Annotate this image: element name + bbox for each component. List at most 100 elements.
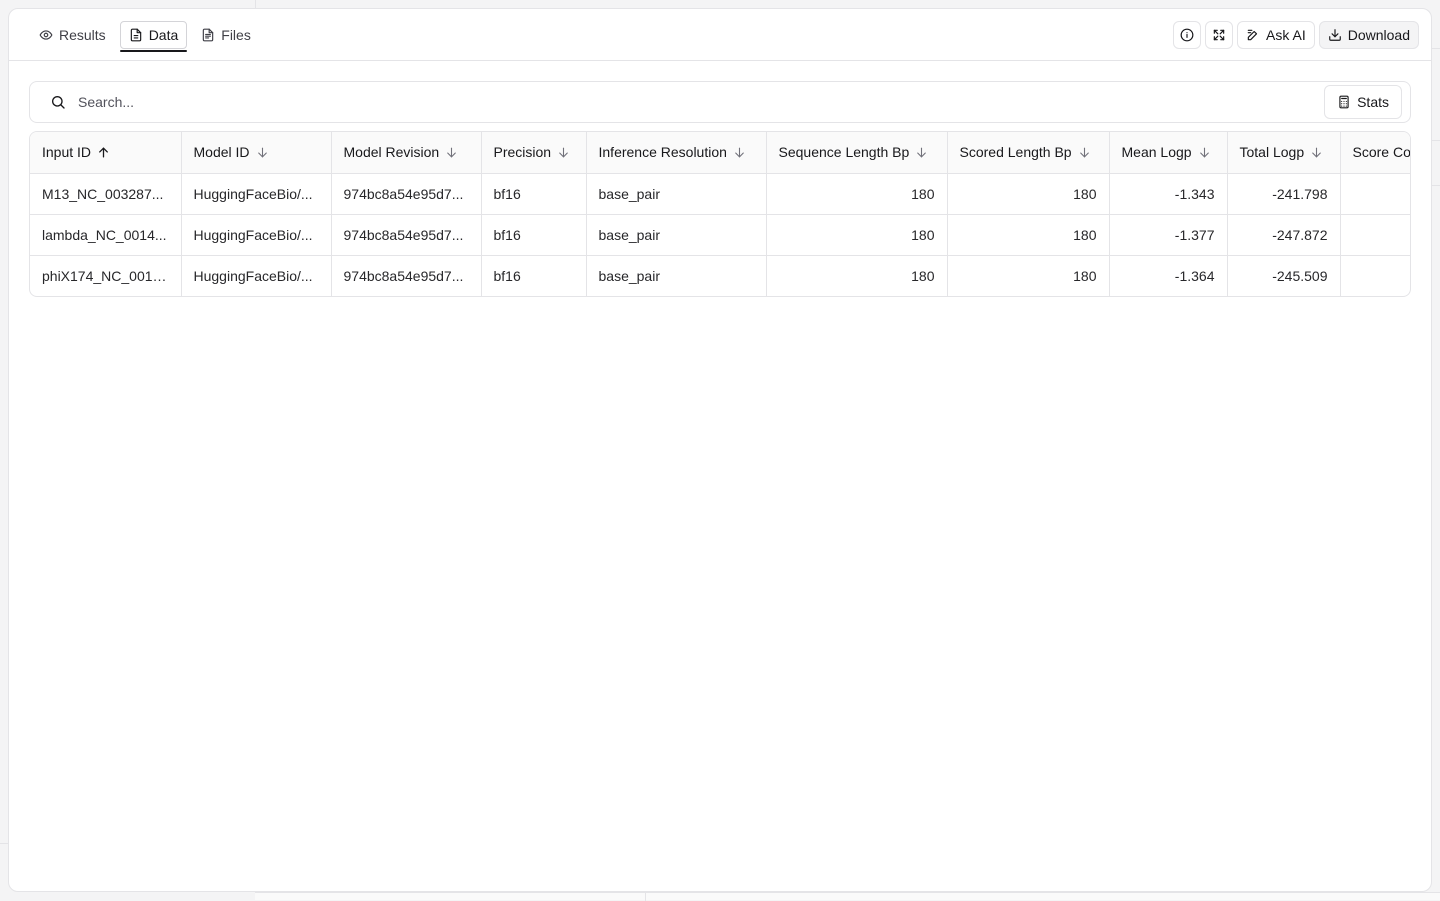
sort-icon	[1079, 147, 1089, 158]
tab-label: Files	[221, 26, 251, 43]
background-divider	[255, 0, 256, 8]
file-icon	[130, 28, 141, 41]
eye-icon	[39, 29, 53, 40]
toolbar-actions: Ask AI Download	[1173, 20, 1419, 49]
table-cell: -245.509	[1227, 255, 1341, 296]
table-cell: -1.343	[1109, 173, 1228, 215]
table-cell: -241.798	[1227, 173, 1341, 215]
file-text-icon	[203, 28, 214, 41]
column-header-label: Inference Resolution	[598, 144, 727, 161]
sort-icon	[257, 147, 267, 158]
column-header-content: Input ID	[42, 144, 169, 160]
calculator-icon	[1339, 95, 1349, 109]
download-icon	[1328, 28, 1341, 41]
tab-label: Results	[59, 26, 106, 43]
table-cell: 180	[947, 214, 1110, 256]
table-cell: 974bc8a54e95d7...	[331, 214, 482, 256]
search-bar: Stats	[29, 81, 1411, 123]
sort-icon	[1312, 147, 1321, 158]
table-cell	[1340, 255, 1410, 296]
table-cell: -247.872	[1227, 214, 1341, 256]
column-header-content: Sequence Length Bp	[779, 144, 935, 160]
table-cell	[1340, 173, 1410, 215]
sort-icon	[735, 147, 744, 158]
column-header[interactable]: Mean Logp	[1109, 132, 1228, 174]
column-header-content: Precision	[494, 144, 574, 160]
table-row[interactable]: lambda_NC_0014... HuggingFaceBio/... 974bc…	[30, 214, 1410, 256]
table-cell: 180	[947, 173, 1110, 215]
expand-icon	[1213, 29, 1225, 40]
table-row[interactable]: phiX174_NC_0014... HuggingFaceBio/... 974b…	[30, 255, 1410, 296]
table-header-row: Input ID Model ID Model Revision Precision I…	[30, 132, 1411, 174]
column-header-label: Sequence Length Bp	[778, 144, 910, 161]
column-header-label: Score Co	[1352, 144, 1411, 161]
table-cell: bf16	[481, 255, 587, 296]
search-icon	[52, 96, 65, 109]
column-header-label: Precision	[493, 144, 552, 161]
column-header[interactable]: Model ID	[181, 132, 332, 174]
column-header-content: Total Logp	[1240, 144, 1328, 160]
table-cell: -1.377	[1109, 214, 1228, 256]
table-cell: 180	[766, 173, 948, 215]
column-header[interactable]: Total Logp	[1227, 132, 1341, 174]
table-cell: bf16	[481, 214, 587, 256]
ask-ai-label: Ask AI	[1266, 26, 1306, 43]
data-panel: Results Data Files Ask AI Download Searc…	[8, 8, 1432, 892]
download-label: Download	[1347, 26, 1410, 43]
table-cell: base_pair	[586, 255, 767, 296]
table-cell: 974bc8a54e95d7...	[331, 173, 482, 215]
download-button[interactable]: Download	[1318, 20, 1419, 49]
column-header-content: Scored Length Bp	[960, 144, 1097, 160]
data-table-container[interactable]: Input ID Model ID Model Revision Precision I…	[29, 131, 1411, 297]
table-cell: 180	[766, 255, 948, 296]
column-header[interactable]: Inference Resolution	[586, 132, 767, 174]
table-row[interactable]: M13_NC_003287... HuggingFaceBio/... 974bc8…	[30, 173, 1410, 215]
column-header[interactable]: Score Co	[1340, 132, 1411, 174]
expand-button[interactable]	[1205, 20, 1234, 49]
column-header-content: Model Revision	[344, 144, 469, 160]
table-cell: HuggingFaceBio/...	[181, 214, 332, 256]
search-input[interactable]	[78, 94, 1325, 110]
tab-files[interactable]: Files	[193, 21, 259, 49]
sort-icon	[559, 147, 568, 158]
column-header[interactable]: Sequence Length Bp	[766, 132, 948, 174]
search-group	[50, 94, 1325, 110]
table-cell: base_pair	[586, 173, 767, 215]
column-header-label: Scored Length Bp	[959, 144, 1072, 161]
column-header[interactable]: Precision	[481, 132, 587, 174]
table-cell: -1.364	[1109, 255, 1228, 296]
panel-toolbar: Results Data Files Ask AI Download	[9, 9, 1431, 61]
table-cell: HuggingFaceBio/...	[181, 173, 332, 215]
column-header[interactable]: Input ID	[30, 132, 182, 174]
tab-bar: Results Data Files	[31, 20, 259, 52]
info-icon	[1180, 28, 1194, 41]
table-cell: base_pair	[586, 214, 767, 256]
column-header-label: Total Logp	[1239, 144, 1305, 161]
column-header-label: Input ID	[42, 144, 92, 161]
stats-button[interactable]: Stats	[1324, 85, 1402, 119]
background-divider	[1432, 48, 1440, 76]
table-cell: M13_NC_003287...	[30, 173, 182, 215]
ask-ai-button[interactable]: Ask AI	[1237, 20, 1315, 49]
data-table: Input ID Model ID Model Revision Precision I…	[30, 132, 1411, 296]
table-cell: lambda_NC_0014...	[30, 214, 182, 256]
column-header-content: Score Co	[1352, 144, 1411, 161]
background-divider	[1432, 140, 1440, 186]
table-cell	[1340, 214, 1410, 256]
sort-icon	[1199, 147, 1209, 158]
sort-icon	[447, 147, 457, 158]
column-header-label: Model Revision	[343, 144, 440, 161]
column-header-content: Model ID	[194, 144, 319, 160]
table-cell: HuggingFaceBio/...	[181, 255, 332, 296]
tab-results[interactable]: Results	[31, 21, 114, 49]
column-header-label: Model ID	[193, 144, 250, 161]
column-header[interactable]: Scored Length Bp	[947, 132, 1110, 174]
table-cell: 180	[766, 214, 948, 256]
column-header[interactable]: Model Revision	[331, 132, 482, 174]
column-header-label: Mean Logp	[1121, 144, 1192, 161]
tab-data[interactable]: Data	[119, 20, 188, 52]
info-button[interactable]	[1173, 20, 1202, 49]
data-content: Stats Input ID Model ID Model Revision Prec…	[9, 61, 1431, 297]
stats-label: Stats	[1357, 94, 1389, 110]
sparkle-edit-icon	[1247, 29, 1258, 40]
